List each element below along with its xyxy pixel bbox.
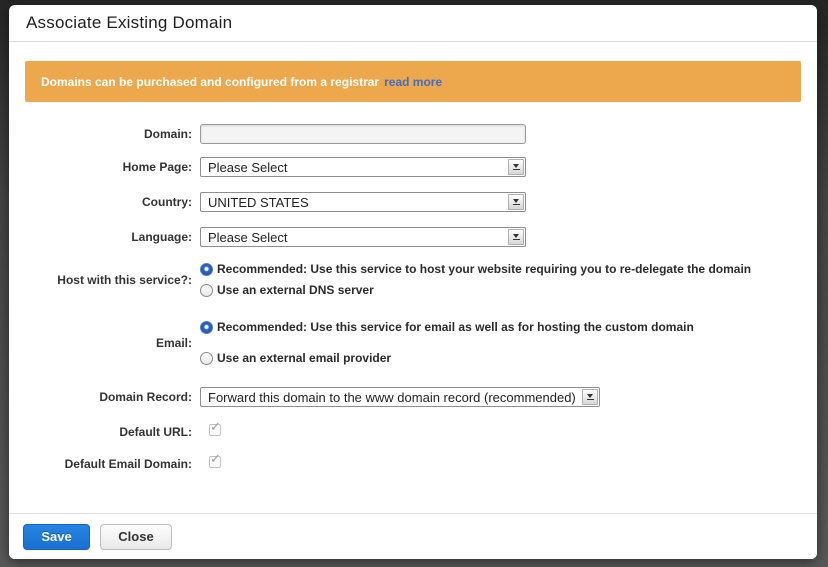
associate-existing-domain-dialog: Associate Existing Domain Domains can be… xyxy=(9,5,817,559)
email-row: Email: Recommended: Use this service for… xyxy=(9,319,817,367)
email-recommended-option[interactable]: Recommended: Use this service for email … xyxy=(200,319,694,336)
radio-selected-icon[interactable] xyxy=(200,321,213,334)
checkmark-icon: ✓ xyxy=(210,419,221,435)
domain-record-select[interactable]: Forward this domain to the www domain re… xyxy=(200,387,600,407)
default-email-domain-checkbox: ✓ xyxy=(209,456,221,468)
radio-selected-icon[interactable] xyxy=(200,263,213,276)
host-recommended-text: Recommended: Use this service to host yo… xyxy=(217,261,751,278)
dropdown-arrow-icon[interactable] xyxy=(508,194,524,210)
domain-label: Domain: xyxy=(9,124,200,141)
default-url-row: Default URL: ✓ xyxy=(9,422,817,439)
country-row: Country: UNITED STATES xyxy=(9,192,817,212)
host-external-dns-text: Use an external DNS server xyxy=(217,282,374,299)
email-external-provider-option[interactable]: Use an external email provider xyxy=(200,350,694,367)
dropdown-arrow-icon[interactable] xyxy=(508,159,524,175)
domain-record-selected-value: Forward this domain to the www domain re… xyxy=(201,388,599,405)
domain-input[interactable] xyxy=(200,124,526,144)
default-url-label: Default URL: xyxy=(9,422,200,439)
close-button[interactable]: Close xyxy=(100,524,172,550)
dialog-footer: Save Close xyxy=(9,513,817,559)
host-recommended-option[interactable]: Recommended: Use this service to host yo… xyxy=(200,261,751,278)
language-selected-value: Please Select xyxy=(201,228,525,245)
country-label: Country: xyxy=(9,192,200,209)
domain-record-row: Domain Record: Forward this domain to th… xyxy=(9,387,817,407)
country-select[interactable]: UNITED STATES xyxy=(200,192,526,212)
radio-unselected-icon[interactable] xyxy=(200,284,213,297)
dropdown-arrow-icon[interactable] xyxy=(508,229,524,245)
language-label: Language: xyxy=(9,227,200,244)
language-select[interactable]: Please Select xyxy=(200,227,526,247)
domain-row: Domain: xyxy=(9,124,817,144)
dialog-title: Associate Existing Domain xyxy=(26,13,232,33)
email-recommended-text: Recommended: Use this service for email … xyxy=(217,319,694,336)
domain-record-label: Domain Record: xyxy=(9,387,200,404)
host-service-row: Host with this service?: Recommended: Us… xyxy=(9,261,817,299)
home-page-selected-value: Please Select xyxy=(201,158,525,175)
host-service-label: Host with this service?: xyxy=(9,274,200,287)
email-options: Recommended: Use this service for email … xyxy=(200,319,694,367)
default-email-domain-label: Default Email Domain: xyxy=(9,454,200,471)
dropdown-arrow-icon[interactable] xyxy=(582,389,598,405)
home-page-select[interactable]: Please Select xyxy=(200,157,526,177)
host-service-options: Recommended: Use this service to host yo… xyxy=(200,261,751,299)
banner-text: Domains can be purchased and configured … xyxy=(41,75,379,89)
country-selected-value: UNITED STATES xyxy=(201,193,525,210)
domain-form: Domain: Home Page: Please Select Country… xyxy=(9,124,817,471)
info-banner: Domains can be purchased and configured … xyxy=(25,61,801,102)
email-external-provider-text: Use an external email provider xyxy=(217,350,391,367)
read-more-link[interactable]: read more xyxy=(384,75,442,89)
home-page-row: Home Page: Please Select xyxy=(9,157,817,177)
language-row: Language: Please Select xyxy=(9,227,817,247)
email-label: Email: xyxy=(9,337,200,350)
default-url-checkbox: ✓ xyxy=(209,424,221,436)
home-page-label: Home Page: xyxy=(9,157,200,174)
radio-unselected-icon[interactable] xyxy=(200,352,213,365)
default-email-domain-row: Default Email Domain: ✓ xyxy=(9,454,817,471)
save-button[interactable]: Save xyxy=(23,524,90,550)
host-external-dns-option[interactable]: Use an external DNS server xyxy=(200,282,751,299)
dialog-header: Associate Existing Domain xyxy=(9,5,817,42)
checkmark-icon: ✓ xyxy=(210,451,221,467)
